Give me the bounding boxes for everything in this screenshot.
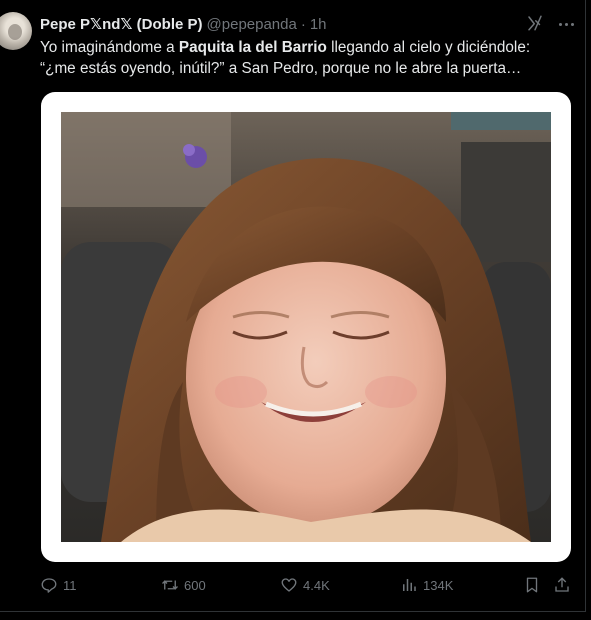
heart-icon <box>281 578 297 592</box>
bookmark-button[interactable] <box>523 574 541 596</box>
share-button[interactable] <box>553 574 571 596</box>
more-options-icon[interactable] <box>556 14 576 34</box>
media-photo[interactable] <box>61 112 551 542</box>
share-icon <box>555 577 569 592</box>
author-handle[interactable]: @pepepanda <box>207 16 297 33</box>
tweet-header: Pepe P𝕏nd𝕏 (Doble P) @pepepanda · 1h <box>40 14 327 34</box>
separator-dot: · <box>300 15 306 33</box>
tweet-text-prefix: Yo imaginándome a <box>40 39 179 56</box>
repost-count: 600 <box>184 577 206 593</box>
reply-button[interactable]: 11 <box>40 574 77 596</box>
photo-illustration <box>61 112 551 542</box>
views-button[interactable]: 134K <box>400 574 453 596</box>
tweet-text-line-2: “¿me estás oyendo, inútil?” a San Pedro,… <box>40 59 522 77</box>
like-button[interactable]: 4.4K <box>280 574 330 596</box>
more-dot <box>558 22 562 26</box>
views-icon <box>403 579 416 591</box>
views-count: 134K <box>423 577 454 593</box>
author-display-name[interactable]: Pepe P𝕏nd𝕏 (Doble P) <box>40 15 203 33</box>
repost-icon <box>162 580 178 590</box>
reply-count: 11 <box>63 577 77 593</box>
tweet-text-mention: Paquita la del Barrio <box>178 39 327 56</box>
more-dot <box>570 22 574 26</box>
repost-button[interactable]: 600 <box>161 574 206 596</box>
tweet-timestamp[interactable]: 1h <box>310 16 327 33</box>
tweet-text-line-1: Yo imaginándome a Paquita la del Barrio … <box>40 38 580 59</box>
bookmark-icon <box>526 577 538 593</box>
avatar[interactable] <box>0 12 32 50</box>
action-bar: 11 600 4.4K 134K <box>40 574 576 596</box>
tweet-text: Yo imaginándome a Paquita la del Barrio … <box>40 38 580 79</box>
media-frame[interactable] <box>41 92 571 562</box>
reply-icon <box>41 578 57 593</box>
more-dot <box>564 22 568 26</box>
grok-icon[interactable] <box>526 14 544 32</box>
tweet-card[interactable]: Pepe P𝕏nd𝕏 (Doble P) @pepepanda · 1h Yo … <box>0 0 586 612</box>
tweet-text-suffix: llegando al cielo y diciéndole: <box>326 39 531 56</box>
like-count: 4.4K <box>303 577 330 593</box>
